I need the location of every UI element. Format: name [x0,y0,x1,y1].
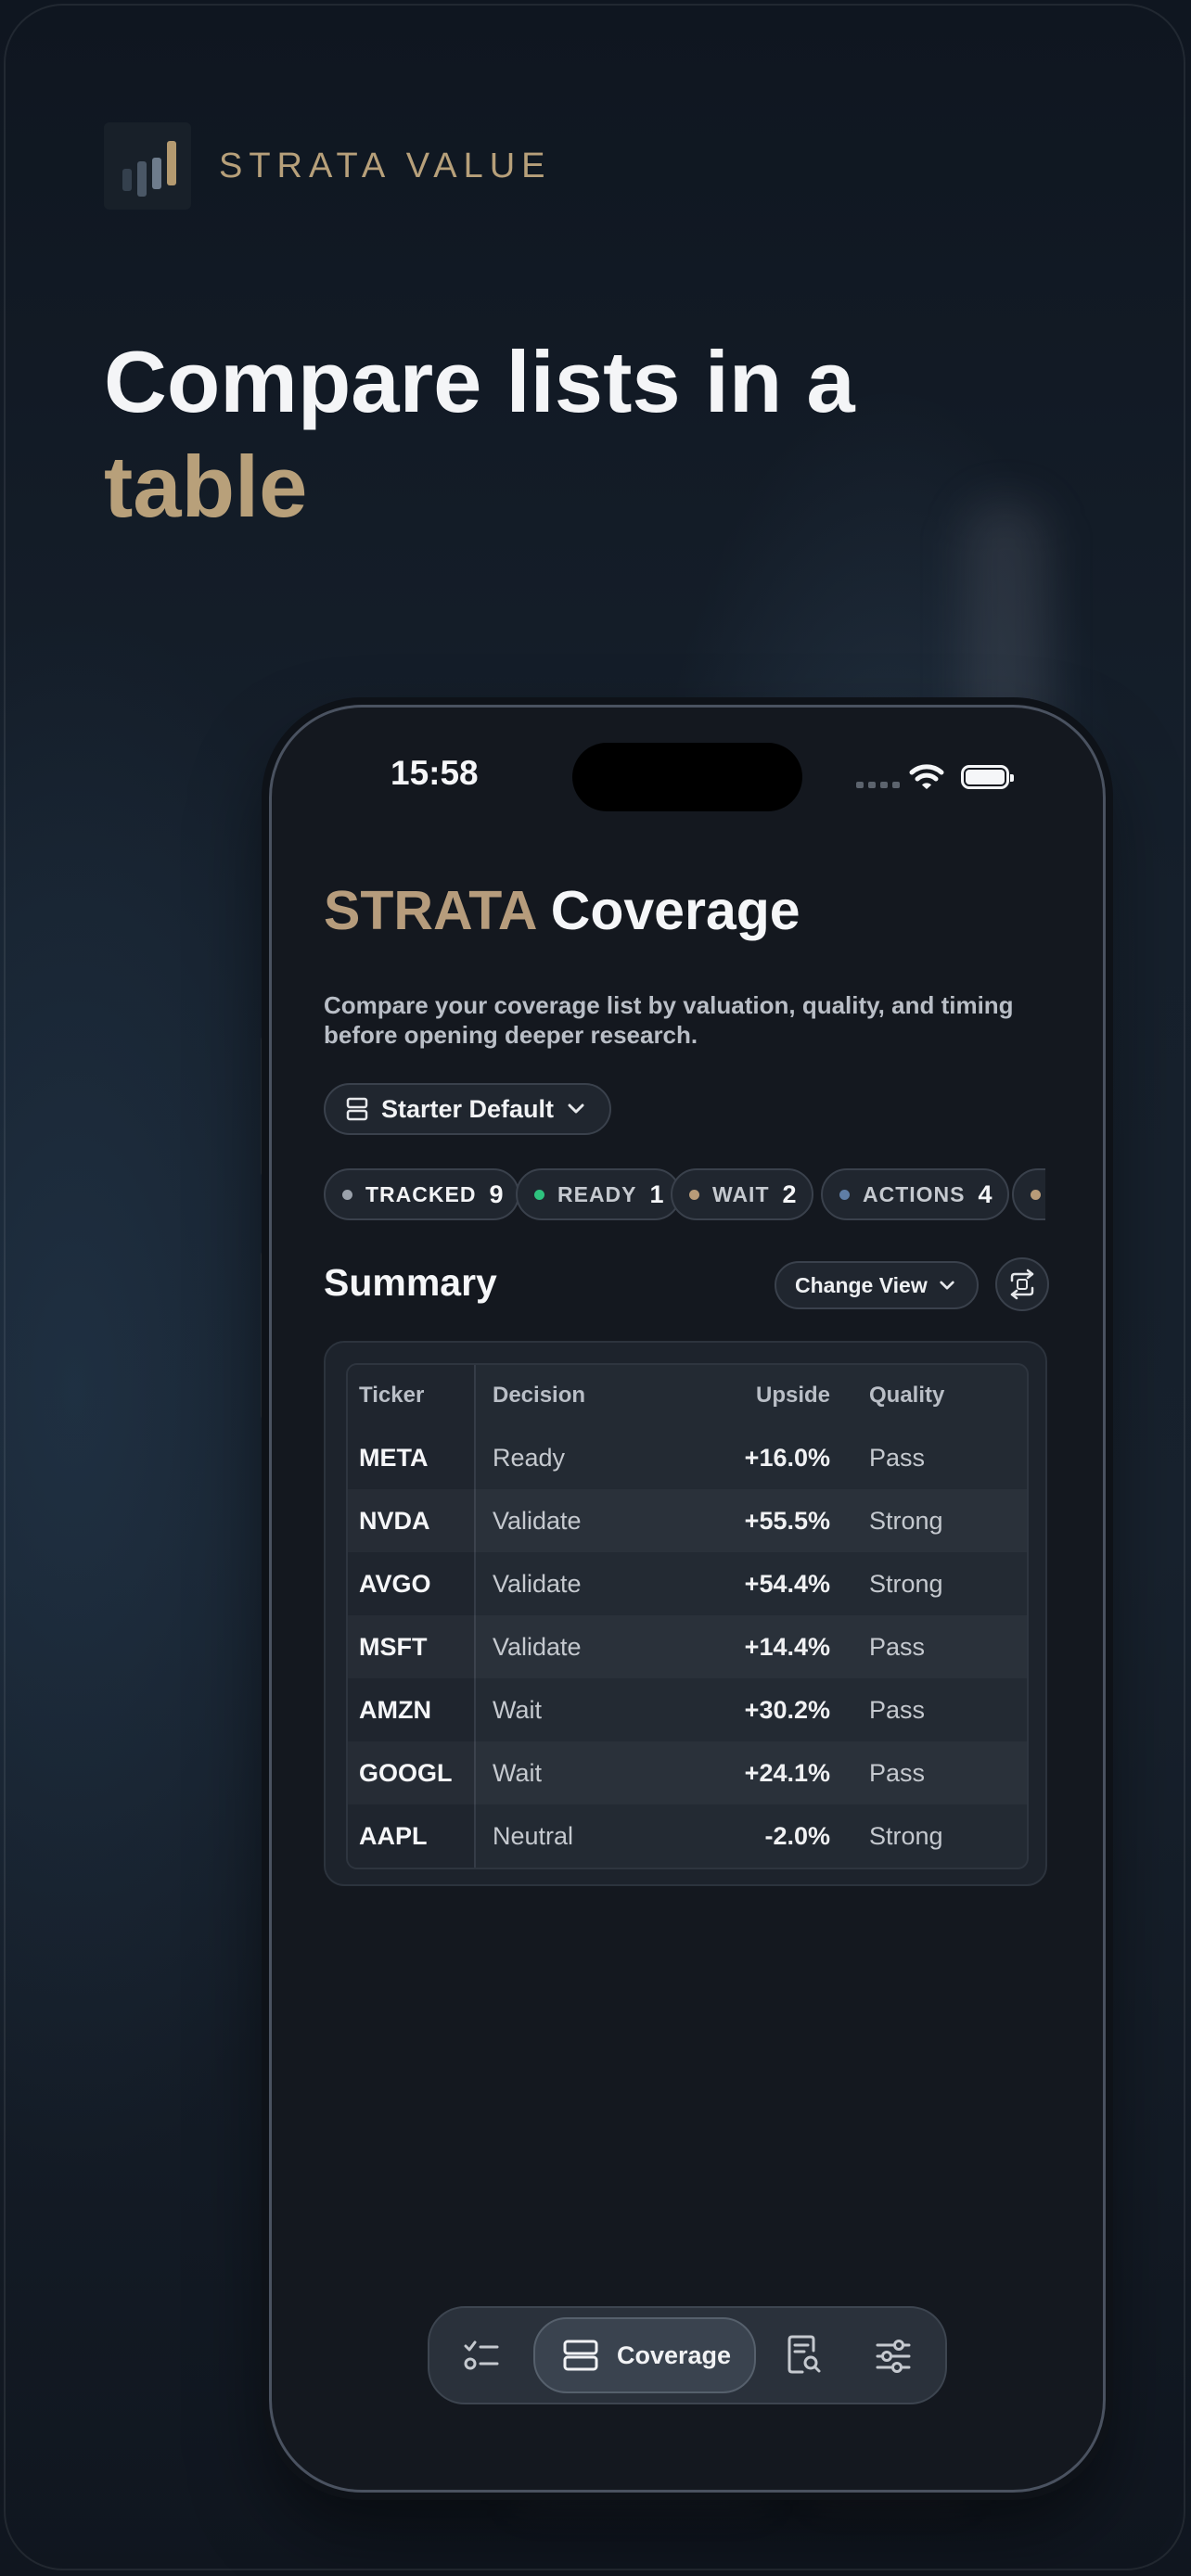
chip-count: 2 [782,1180,797,1208]
cell-decision: Wait [493,1695,542,1724]
phone-mockup: 15:58 STRATA Coverage Compare your cover… [269,705,1106,2493]
summary-table-card: Ticker Decision Upside Quality META Read… [324,1341,1047,1886]
title-rest: Coverage [550,880,800,941]
cell-upside: +24.1% [744,1758,830,1787]
preset-label: Starter Default [381,1094,555,1123]
chip-label: TRACKED [365,1181,477,1206]
checklist-icon[interactable] [461,2336,502,2377]
wifi-icon [909,764,944,789]
table-row[interactable]: NVDA Validate +55.5% Strong [348,1489,1027,1552]
cell-ticker: AMZN [359,1695,431,1724]
table-row[interactable]: GOOGL Wait +24.1% Pass [348,1741,1027,1804]
phone-side-button [261,1037,266,1176]
page-subtitle: Compare your coverage list by valuation,… [324,991,1014,1049]
cell-quality: Strong [869,1569,943,1598]
bottom-tab-bar: Coverage [428,2306,947,2404]
cell-ticker: NVDA [359,1506,430,1535]
phone-side-button [261,1252,266,1419]
cell-ticker: AAPL [359,1821,428,1850]
table-row[interactable]: META Ready +16.0% Pass [348,1426,1027,1489]
cell-quality: Strong [869,1506,943,1535]
cell-decision: Validate [493,1506,582,1535]
headline: Compare lists in a table [104,329,855,539]
chevron-down-icon [568,1103,584,1114]
header-ticker[interactable]: Ticker [359,1383,424,1409]
cell-ticker: AVGO [359,1569,431,1598]
swap-arrows-icon [1010,1269,1034,1300]
brand-name: STRATA VALUE [219,146,552,185]
tab-coverage-label: Coverage [617,2340,732,2369]
cell-upside: +14.4% [744,1632,830,1661]
chip-ready[interactable]: READY 1 [516,1168,681,1220]
cell-decision: Neutral [493,1821,574,1850]
headline-line2: table [104,438,308,535]
chip-count: 1 [649,1180,664,1208]
chip-label: WAIT [712,1181,770,1206]
chip-count: 9 [489,1180,504,1208]
list-stack-icon [346,1097,368,1121]
cell-upside: +30.2% [744,1695,830,1724]
status-time: 15:58 [391,754,479,792]
brand: STRATA VALUE [104,122,552,210]
table-row[interactable]: AMZN Wait +30.2% Pass [348,1678,1027,1741]
summary-table: Ticker Decision Upside Quality META Read… [346,1363,1029,1869]
table-row[interactable]: MSFT Validate +14.4% Pass [348,1615,1027,1678]
status-chips: TRACKED 9 READY 1 WAIT 2 ACTIONS 4 [324,1168,1045,1220]
cell-quality: Pass [869,1443,926,1472]
change-view-button[interactable]: Change View [775,1261,979,1309]
chevron-down-icon [940,1281,954,1290]
cell-ticker: META [359,1443,429,1472]
cell-upside: +54.4% [744,1569,830,1598]
preset-selector-button[interactable]: Starter Default [324,1083,611,1135]
summary-title: Summary [324,1261,497,1304]
cell-quality: Pass [869,1695,926,1724]
status-dot [689,1189,699,1200]
brand-logo-icon [104,122,191,210]
cell-quality: Strong [869,1821,943,1850]
cell-ticker: MSFT [359,1632,428,1661]
status-dot [534,1189,544,1200]
tab-coverage[interactable]: Coverage [533,2317,756,2393]
chip-count: 4 [978,1180,992,1208]
headline-line1: Compare lists in a [104,333,855,430]
status-dot [839,1189,850,1200]
chip-label: ACTIONS [863,1181,966,1206]
coverage-icon [563,2340,598,2371]
cell-upside: -2.0% [764,1821,830,1850]
chip-wait[interactable]: WAIT 2 [671,1168,813,1220]
cell-decision: Validate [493,1632,582,1661]
header-upside[interactable]: Upside [756,1383,830,1409]
cell-decision: Wait [493,1758,542,1787]
cell-quality: Pass [869,1632,926,1661]
status-dot [1031,1189,1041,1200]
page-title: STRATA Coverage [324,879,800,942]
research-icon[interactable] [786,2334,823,2377]
cell-ticker: GOOGL [359,1758,453,1787]
cell-upside: +55.5% [744,1506,830,1535]
header-decision[interactable]: Decision [493,1383,585,1409]
table-row[interactable]: AVGO Validate +54.4% Strong [348,1552,1027,1615]
cell-quality: Pass [869,1758,926,1787]
swap-view-button[interactable] [995,1257,1049,1311]
dynamic-island [572,743,802,811]
change-view-label: Change View [795,1272,928,1297]
table-header-row: Ticker Decision Upside Quality [348,1365,1027,1426]
cell-upside: +16.0% [744,1443,830,1472]
chip-label: READY [557,1181,637,1206]
header-quality[interactable]: Quality [869,1383,944,1409]
cell-decision: Validate [493,1569,582,1598]
cell-decision: Ready [493,1443,566,1472]
table-row[interactable]: AAPL Neutral -2.0% Strong [348,1804,1027,1868]
status-dot [342,1189,352,1200]
cellular-signal-icon [856,782,900,788]
battery-icon [961,765,1014,789]
chip-actions[interactable]: ACTIONS 4 [821,1168,1009,1220]
chip-overflow[interactable] [1012,1168,1045,1220]
settings-sliders-icon[interactable] [873,2336,914,2377]
chip-tracked[interactable]: TRACKED 9 [324,1168,520,1220]
title-accent: STRATA [324,880,536,941]
